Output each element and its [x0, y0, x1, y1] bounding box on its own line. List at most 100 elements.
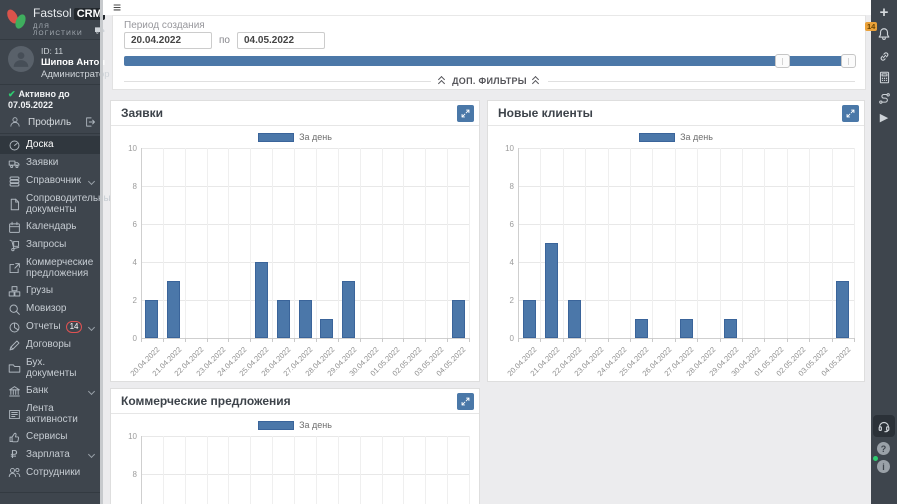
period-range-slider[interactable]	[124, 54, 856, 68]
chart-plot: За день024681020.04.202221.04.202222.04.…	[111, 414, 479, 504]
notifications-button[interactable]: 14	[865, 22, 897, 44]
sidebar-item-kalendar[interactable]: Календарь	[0, 218, 103, 236]
axis-tick	[184, 338, 186, 342]
bank-icon	[7, 385, 21, 398]
axis-tick	[831, 338, 833, 342]
gridline	[184, 148, 186, 338]
y-axis-label: 8	[132, 469, 137, 479]
y-axis-label: 0	[509, 333, 514, 343]
bar	[836, 281, 850, 338]
bar	[451, 300, 465, 338]
sidebar-item-label: Лента активности	[26, 402, 78, 426]
sidebar-item-kommercheskie-predlozheniya[interactable]: Коммерческие предложения	[0, 254, 103, 282]
profile-label: Профиль	[28, 116, 72, 128]
chart-card-zayavki: Заявки За день 0 2 4 6 8 10 20.04.2022 21.04.202…	[110, 100, 480, 382]
extra-filters-label: ДОП. ФИЛЬТРЫ	[452, 76, 527, 86]
gridline	[764, 148, 766, 338]
profile-link[interactable]: Профиль	[0, 112, 103, 134]
play-button[interactable]: ▶	[871, 107, 897, 127]
sidebar-item-label: Сервисы	[26, 431, 68, 443]
calculator-button[interactable]	[871, 67, 897, 87]
axis-tick	[809, 338, 811, 342]
bar	[522, 300, 536, 338]
sidebar-item-servisy[interactable]: Сервисы	[0, 428, 103, 446]
gridline	[184, 436, 186, 504]
logo[interactable]: Fastsol CRM ДЛЯ ЛОГИСТИКИ	[0, 0, 105, 40]
link-icon	[880, 51, 888, 61]
sidebar-item-label: Отчеты	[26, 321, 61, 333]
chart-legend: За день	[111, 132, 479, 142]
crm-dashboard: Fastsol CRM ДЛЯ ЛОГИСТИКИ ID: 11 Шипов Ан…	[0, 0, 897, 504]
expand-chart-button[interactable]	[457, 393, 474, 410]
gridline	[250, 148, 252, 338]
sidebar-item-bank[interactable]: Банк	[0, 382, 103, 400]
sidebar-item-soprovoditelnye-dokumenty[interactable]: Сопроводительные документы	[0, 190, 128, 218]
sidebar-item-label: Справочник	[26, 175, 81, 187]
add-button[interactable]: +	[871, 2, 897, 22]
sidebar-item-sotrudniki[interactable]: Сотрудники	[0, 464, 103, 482]
gridline	[447, 148, 449, 338]
calculator-icon	[879, 71, 889, 83]
axis-tick	[607, 338, 609, 342]
chart-title: Новые клиенты	[498, 106, 593, 120]
bar	[724, 319, 738, 338]
gridline	[162, 148, 164, 338]
gridline	[359, 436, 361, 504]
sidebar-item-otchety[interactable]: Отчеты 14	[0, 318, 103, 336]
y-axis-label: 8	[132, 181, 137, 191]
bar	[276, 300, 290, 338]
ruble-icon: ₽	[10, 448, 18, 461]
gridline	[337, 148, 339, 338]
logo-icon	[5, 7, 28, 32]
bar	[679, 319, 693, 338]
axis-tick	[854, 338, 855, 342]
sidebar-item-doska[interactable]: Доска	[0, 136, 103, 154]
extra-filters-toggle[interactable]: ДОП. ФИЛЬТРЫ	[438, 75, 541, 87]
sidebar-item-gruzy[interactable]: Грузы	[0, 282, 103, 300]
logout-icon[interactable]	[83, 116, 97, 128]
hamburger-menu-icon[interactable]: ≡	[113, 0, 121, 15]
slider-handle-left[interactable]	[774, 54, 790, 68]
double-chevron-up-icon	[438, 75, 447, 87]
gridline	[141, 474, 469, 475]
axis-tick	[381, 338, 383, 342]
chart-title: Коммерческие предложения	[121, 394, 291, 408]
gridline	[469, 148, 470, 338]
sidebar-item-movizor[interactable]: Мовизор	[0, 300, 103, 318]
truck-icon	[7, 157, 21, 170]
expand-chart-button[interactable]	[842, 105, 859, 122]
gridline	[403, 148, 405, 338]
user-block: ID: 11 Шипов Антон Администратор	[0, 40, 110, 85]
sidebar-item-buh-dokumenty[interactable]: Бух. документы	[0, 354, 103, 382]
help-button[interactable]: ?	[877, 442, 890, 455]
sidebar-item-dogovory[interactable]: Договоры	[0, 336, 103, 354]
axis-tick	[403, 338, 405, 342]
support-button[interactable]	[873, 415, 895, 437]
sidebar-menu: Доска Заявки Справочник Сопроводительные до…	[0, 134, 128, 482]
slider-handle-right[interactable]	[841, 54, 856, 68]
route-button[interactable]	[871, 88, 897, 108]
license-status: ✔ Активно до 07.05.2022	[8, 89, 70, 110]
chart-card-kommercheskie-predlozheniya: Коммерческие предложения За день02468102…	[110, 388, 480, 504]
legend-swatch	[639, 132, 676, 142]
axis-tick	[228, 338, 230, 342]
sidebar-item-zayavki[interactable]: Заявки	[0, 154, 103, 172]
gridline	[272, 148, 274, 338]
gridline	[518, 186, 854, 187]
sidebar-item-zaprosy[interactable]: Запросы	[0, 236, 103, 254]
status-green-dot	[873, 456, 878, 461]
dolly-icon	[7, 239, 21, 252]
expand-chart-button[interactable]	[457, 105, 474, 122]
date-to-input[interactable]	[236, 32, 325, 49]
date-from-input[interactable]	[124, 32, 212, 49]
gridline	[228, 148, 230, 338]
gridline	[228, 436, 230, 504]
links-button[interactable]	[871, 46, 897, 66]
sidebar-item-lenta-aktivnosti[interactable]: Лента активности	[0, 400, 103, 428]
sidebar-item-spravochnik[interactable]: Справочник	[0, 172, 103, 190]
sidebar-item-zarplata[interactable]: ₽ Зарплата	[0, 446, 103, 464]
axis-tick	[697, 338, 699, 342]
slider-track[interactable]	[124, 56, 855, 66]
info-button[interactable]: i	[877, 460, 890, 473]
chevron-down-icon	[87, 451, 96, 459]
